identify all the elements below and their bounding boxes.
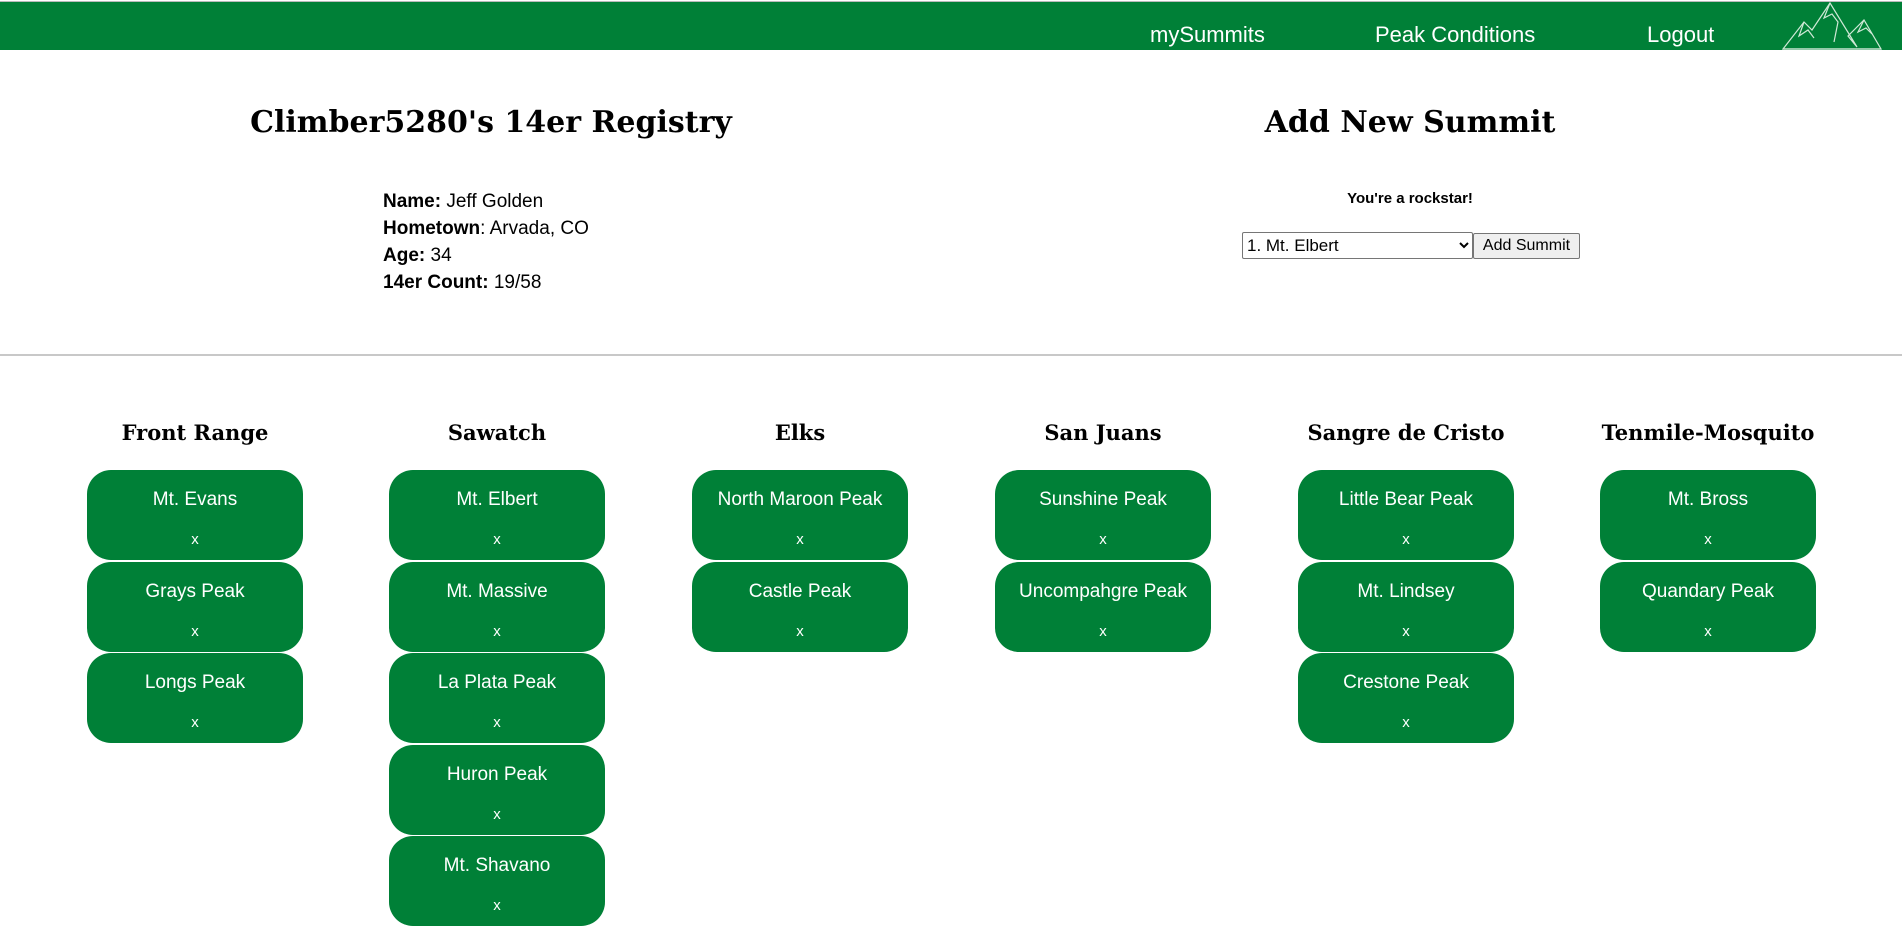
mountain-logo-icon[interactable] xyxy=(1782,2,1882,50)
range-column: Front Range Mt. Evans x Grays Peak x Longs Pe… xyxy=(87,418,303,745)
divider xyxy=(0,354,1902,356)
remove-peak-button[interactable]: x xyxy=(995,623,1211,640)
profile-count: 14er Count: 19/58 xyxy=(383,272,542,293)
remove-peak-button[interactable]: x xyxy=(692,531,908,548)
range-column: Tenmile-Mosquito Mt. Bross x Quandary Peak x xyxy=(1600,418,1816,653)
remove-peak-button[interactable]: x xyxy=(1600,531,1816,548)
peak-name: La Plata Peak xyxy=(437,672,557,694)
peak-card: Castle Peak x xyxy=(692,561,908,652)
profile-hometown: Hometown: Arvada, CO xyxy=(383,218,589,239)
range-title: Tenmile-Mosquito xyxy=(1601,420,1815,445)
peak-name: Little Bear Peak xyxy=(1338,489,1474,510)
remove-peak-button[interactable]: x xyxy=(1298,714,1514,731)
nav-peak-conditions[interactable]: Peak Conditions xyxy=(1375,22,1535,48)
peak-select[interactable]: 1. Mt. Elbert xyxy=(1242,232,1473,259)
profile-name: Name: Jeff Golden xyxy=(383,191,544,212)
peak-name: Mt. Lindsey xyxy=(1357,580,1455,602)
nav-my-summits[interactable]: mySummits xyxy=(1150,22,1265,48)
add-summit-title: Add New Summit xyxy=(1264,105,1556,140)
status-message: You're a rockstar! xyxy=(1347,190,1473,207)
peak-card: Mt. Shavano x xyxy=(389,836,605,927)
peak-name: Mt. Elbert xyxy=(456,489,538,510)
peak-name: Longs Peak xyxy=(144,672,246,694)
range-title: Elks xyxy=(774,420,826,445)
peak-name: Mt. Bross xyxy=(1667,489,1749,510)
peak-name: Mt. Evans xyxy=(152,489,238,510)
peak-card: Sunshine Peak x xyxy=(995,470,1211,560)
peak-card: Uncompahgre Peak x xyxy=(995,561,1211,652)
peak-name: Mt. Massive xyxy=(446,580,548,602)
remove-peak-button[interactable]: x xyxy=(1298,623,1514,640)
remove-peak-button[interactable]: x xyxy=(389,531,605,548)
range-title: Sawatch xyxy=(447,420,547,445)
remove-peak-button[interactable]: x xyxy=(1600,623,1816,640)
peak-card: Little Bear Peak x xyxy=(1298,470,1514,560)
peak-name: Castle Peak xyxy=(748,580,852,602)
peak-name: Huron Peak xyxy=(446,763,548,785)
peak-name: North Maroon Peak xyxy=(717,489,883,510)
peak-card: Mt. Bross x xyxy=(1600,470,1816,560)
navbar: mySummits Peak Conditions Logout xyxy=(0,1,1902,50)
peak-card: Mt. Massive x xyxy=(389,561,605,652)
range-title: Sangre de Cristo xyxy=(1307,420,1505,445)
peak-card: Longs Peak x xyxy=(87,653,303,744)
remove-peak-button[interactable]: x xyxy=(389,623,605,640)
registry-title: Climber5280's 14er Registry xyxy=(250,105,732,140)
peak-card: Grays Peak x xyxy=(87,561,303,652)
range-column: Elks North Maroon Peak x Castle Peak x xyxy=(692,418,908,653)
remove-peak-button[interactable]: x xyxy=(692,623,908,640)
peak-name: Uncompahgre Peak xyxy=(1019,580,1187,602)
remove-peak-button[interactable]: x xyxy=(87,623,303,640)
range-column: Sangre de Cristo Little Bear Peak x Mt. Lin… xyxy=(1298,418,1514,745)
peak-card: La Plata Peak x xyxy=(389,653,605,744)
peak-name: Grays Peak xyxy=(145,580,245,602)
remove-peak-button[interactable]: x xyxy=(389,714,605,731)
peak-card: Mt. Evans x xyxy=(87,470,303,560)
remove-peak-button[interactable]: x xyxy=(389,897,605,914)
peak-name: Mt. Shavano xyxy=(443,855,551,877)
profile-info: Name: Jeff Golden Hometown: Arvada, CO A… xyxy=(383,188,589,296)
peak-name: Crestone Peak xyxy=(1343,672,1469,694)
profile-age: Age: 34 xyxy=(383,245,452,266)
peak-name: Quandary Peak xyxy=(1641,580,1775,602)
range-title: San Juans xyxy=(1044,420,1162,445)
peak-name: Sunshine Peak xyxy=(1039,489,1167,510)
range-column: San Juans Sunshine Peak x Uncompahgre Peak x xyxy=(995,418,1211,653)
nav-logout[interactable]: Logout xyxy=(1647,22,1714,48)
remove-peak-button[interactable]: x xyxy=(87,714,303,731)
peak-card: Mt. Elbert x xyxy=(389,470,605,560)
peak-card: Quandary Peak x xyxy=(1600,561,1816,652)
peak-card: Mt. Lindsey x xyxy=(1298,561,1514,652)
peak-card: North Maroon Peak x xyxy=(692,470,908,560)
remove-peak-button[interactable]: x xyxy=(1298,531,1514,548)
range-column: Sawatch Mt. Elbert x Mt. Massive x La Plata P… xyxy=(389,418,605,928)
remove-peak-button[interactable]: x xyxy=(87,531,303,548)
add-summit-button[interactable]: Add Summit xyxy=(1473,233,1580,259)
range-title: Front Range xyxy=(121,420,269,445)
peak-card: Crestone Peak x xyxy=(1298,653,1514,744)
remove-peak-button[interactable]: x xyxy=(389,806,605,823)
remove-peak-button[interactable]: x xyxy=(995,531,1211,548)
peak-card: Huron Peak x xyxy=(389,744,605,835)
